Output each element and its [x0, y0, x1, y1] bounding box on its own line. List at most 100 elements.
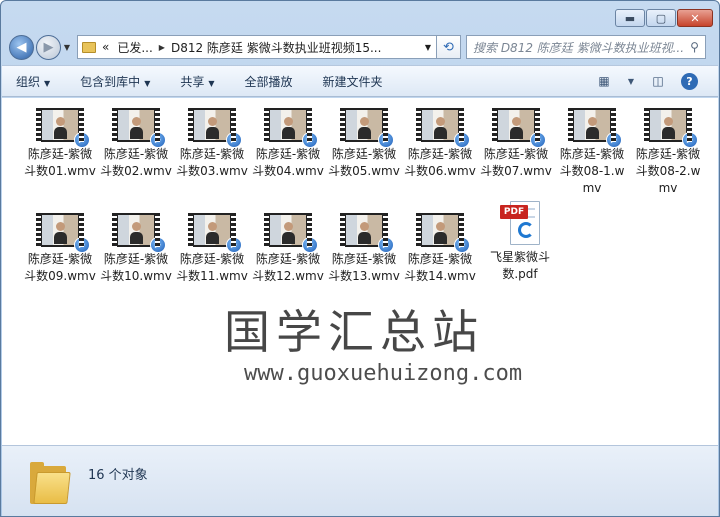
chevron-down-icon: ▼ [144, 78, 151, 88]
video-thumbnail: ▶ [416, 108, 470, 148]
file-name: 陈彦廷-紫微斗数01.wmv [24, 147, 96, 178]
close-button[interactable]: ✕ [677, 9, 713, 27]
file-name: 陈彦廷-紫微斗数03.wmv [176, 147, 248, 178]
arrow-left-icon: ◀ [16, 39, 27, 55]
video-thumbnail: ▶ [36, 213, 90, 253]
view-grid-icon: ▦ [598, 74, 610, 88]
file-item[interactable]: ▶ 陈彦廷-紫微斗数12.wmv [251, 205, 325, 285]
video-thumbnail: ▶ [264, 213, 318, 253]
file-name: 飞星紫微斗数.pdf [489, 250, 550, 281]
video-thumbnail: ▶ [340, 213, 394, 253]
file-item[interactable]: ▶ 陈彦廷-紫微斗数02.wmv [99, 100, 173, 180]
file-name: 陈彦廷-紫微斗数08-1.wmv [559, 147, 625, 195]
details-pane: 16 个对象 [2, 445, 718, 516]
help-button[interactable]: ? [681, 72, 698, 90]
explorer-window: ▬ ▢ ✕ ◀ ▶ ▼ « 已发... ▶ D812 陈彦廷 紫微斗数执业班视频… [0, 0, 720, 517]
organize-label: 组织 [16, 74, 41, 89]
media-player-icon: ▶ [606, 132, 622, 148]
file-item[interactable]: ▶ 陈彦廷-紫微斗数06.wmv [403, 100, 477, 180]
chevron-down-icon: ▼ [63, 42, 71, 52]
file-name: 陈彦廷-紫微斗数04.wmv [252, 147, 324, 178]
video-thumbnail: ▶ [416, 213, 470, 253]
address-dropdown[interactable]: ▼ [420, 43, 436, 52]
arrow-right-icon: ▶ [43, 39, 54, 55]
folder-icon [30, 462, 71, 504]
maximize-button[interactable]: ▢ [646, 9, 676, 27]
media-player-icon: ▶ [302, 237, 318, 253]
file-list: ▶ 陈彦廷-紫微斗数01.wmv ▶ 陈彦廷-紫微斗数02.wmv ▶ 陈彦廷-… [2, 98, 718, 445]
breadcrumb-current[interactable]: D812 陈彦廷 紫微斗数执业班视频15... [171, 39, 382, 56]
video-thumbnail: ▶ [36, 108, 90, 148]
file-name: 陈彦廷-紫微斗数09.wmv [24, 252, 96, 283]
view-controls: ▦ ▼ ◫ ? [595, 72, 698, 90]
breadcrumb-overflow[interactable]: « [102, 40, 109, 54]
play-all-button[interactable]: 全部播放 [245, 73, 293, 90]
forward-button[interactable]: ▶ [36, 34, 61, 60]
media-player-icon: ▶ [226, 132, 242, 148]
breadcrumb-parent[interactable]: 已发... [117, 39, 152, 56]
file-item[interactable]: ▶ 陈彦廷-紫微斗数01.wmv [23, 100, 97, 180]
video-thumbnail: ▶ [112, 108, 166, 148]
search-icon[interactable]: ⚲ [684, 40, 705, 54]
file-item[interactable]: ▶ 陈彦廷-紫微斗数09.wmv [23, 205, 97, 285]
media-player-icon: ▶ [454, 132, 470, 148]
pdf-file-icon: PDF [500, 201, 540, 247]
watermark-url: www.guoxuehuizong.com [244, 361, 523, 386]
breadcrumb-separator-icon[interactable]: ▶ [159, 43, 165, 52]
refresh-button[interactable]: ⟲ [437, 35, 461, 59]
organize-menu[interactable]: 组织 ▼ [16, 73, 50, 90]
media-player-icon: ▶ [74, 237, 90, 253]
file-item[interactable]: ▶ 陈彦廷-紫微斗数14.wmv [403, 205, 477, 285]
video-thumbnail: ▶ [568, 108, 622, 148]
file-name: 陈彦廷-紫微斗数08-2.wmv [635, 147, 701, 195]
back-button[interactable]: ◀ [9, 34, 34, 60]
recent-pages-dropdown[interactable]: ▼ [61, 43, 73, 52]
file-name: 陈彦廷-紫微斗数12.wmv [252, 252, 324, 283]
new-folder-button[interactable]: 新建文件夹 [323, 73, 383, 90]
media-player-icon: ▶ [378, 237, 394, 253]
include-in-library-menu[interactable]: 包含到库中 ▼ [80, 73, 150, 90]
media-player-icon: ▶ [682, 132, 698, 148]
refresh-icon: ⟲ [443, 39, 454, 55]
watermark-text: 国学汇总站 [224, 305, 484, 359]
file-name: 陈彦廷-紫微斗数11.wmv [176, 252, 248, 283]
file-item[interactable]: ▶ 陈彦廷-紫微斗数03.wmv [175, 100, 249, 180]
file-item[interactable]: ▶ 陈彦廷-紫微斗数07.wmv [479, 100, 553, 180]
chevron-down-icon: ▼ [627, 76, 635, 86]
search-input[interactable]: 搜索 D812 陈彦廷 紫微斗数执业班视... ⚲ [466, 35, 706, 59]
include-library-label: 包含到库中 [80, 74, 141, 89]
video-thumbnail: ▶ [188, 108, 242, 148]
file-item[interactable]: ▶ 陈彦廷-紫微斗数13.wmv [327, 205, 401, 285]
navigation-bar: ◀ ▶ ▼ « 已发... ▶ D812 陈彦廷 紫微斗数执业班视频15... … [9, 33, 713, 61]
chevron-down-icon: ▼ [44, 78, 51, 88]
file-name: 陈彦廷-紫微斗数02.wmv [100, 147, 172, 178]
file-item[interactable]: ▶ 陈彦廷-紫微斗数10.wmv [99, 205, 173, 285]
view-dropdown[interactable]: ▼ [627, 72, 635, 90]
address-bar[interactable]: « 已发... ▶ D812 陈彦廷 紫微斗数执业班视频15... ▼ [77, 35, 437, 59]
file-item[interactable]: ▶ 陈彦廷-紫微斗数04.wmv [251, 100, 325, 180]
file-item[interactable]: ▶ 陈彦廷-紫微斗数05.wmv [327, 100, 401, 180]
file-item[interactable]: ▶ 陈彦廷-紫微斗数08-2.wmv [631, 100, 705, 197]
pdf-badge: PDF [500, 205, 528, 219]
preview-pane-button[interactable]: ◫ [649, 72, 667, 90]
video-thumbnail: ▶ [340, 108, 394, 148]
command-bar: 组织 ▼ 包含到库中 ▼ 共享 ▼ 全部播放 新建文件夹 ▦ ▼ ◫ ? [2, 65, 718, 97]
file-name: 陈彦廷-紫微斗数06.wmv [404, 147, 476, 178]
file-item[interactable]: ▶ 陈彦廷-紫微斗数08-1.wmv [555, 100, 629, 197]
file-item[interactable]: PDF 飞星紫微斗数.pdf [483, 199, 557, 283]
help-icon: ? [686, 74, 693, 88]
caption-buttons: ▬ ▢ ✕ [615, 9, 713, 27]
change-view-button[interactable]: ▦ [595, 72, 613, 90]
media-player-icon: ▶ [226, 237, 242, 253]
share-menu[interactable]: 共享 ▼ [180, 73, 214, 90]
video-thumbnail: ▶ [112, 213, 166, 253]
file-name: 陈彦廷-紫微斗数13.wmv [328, 252, 400, 283]
file-item[interactable]: ▶ 陈彦廷-紫微斗数11.wmv [175, 205, 249, 285]
minimize-button[interactable]: ▬ [615, 9, 645, 27]
media-player-icon: ▶ [150, 237, 166, 253]
share-label: 共享 [180, 74, 205, 89]
search-placeholder: 搜索 D812 陈彦廷 紫微斗数执业班视... [473, 40, 685, 55]
chevron-down-icon: ▼ [208, 78, 215, 88]
folder-icon [82, 41, 96, 53]
media-player-icon: ▶ [150, 132, 166, 148]
